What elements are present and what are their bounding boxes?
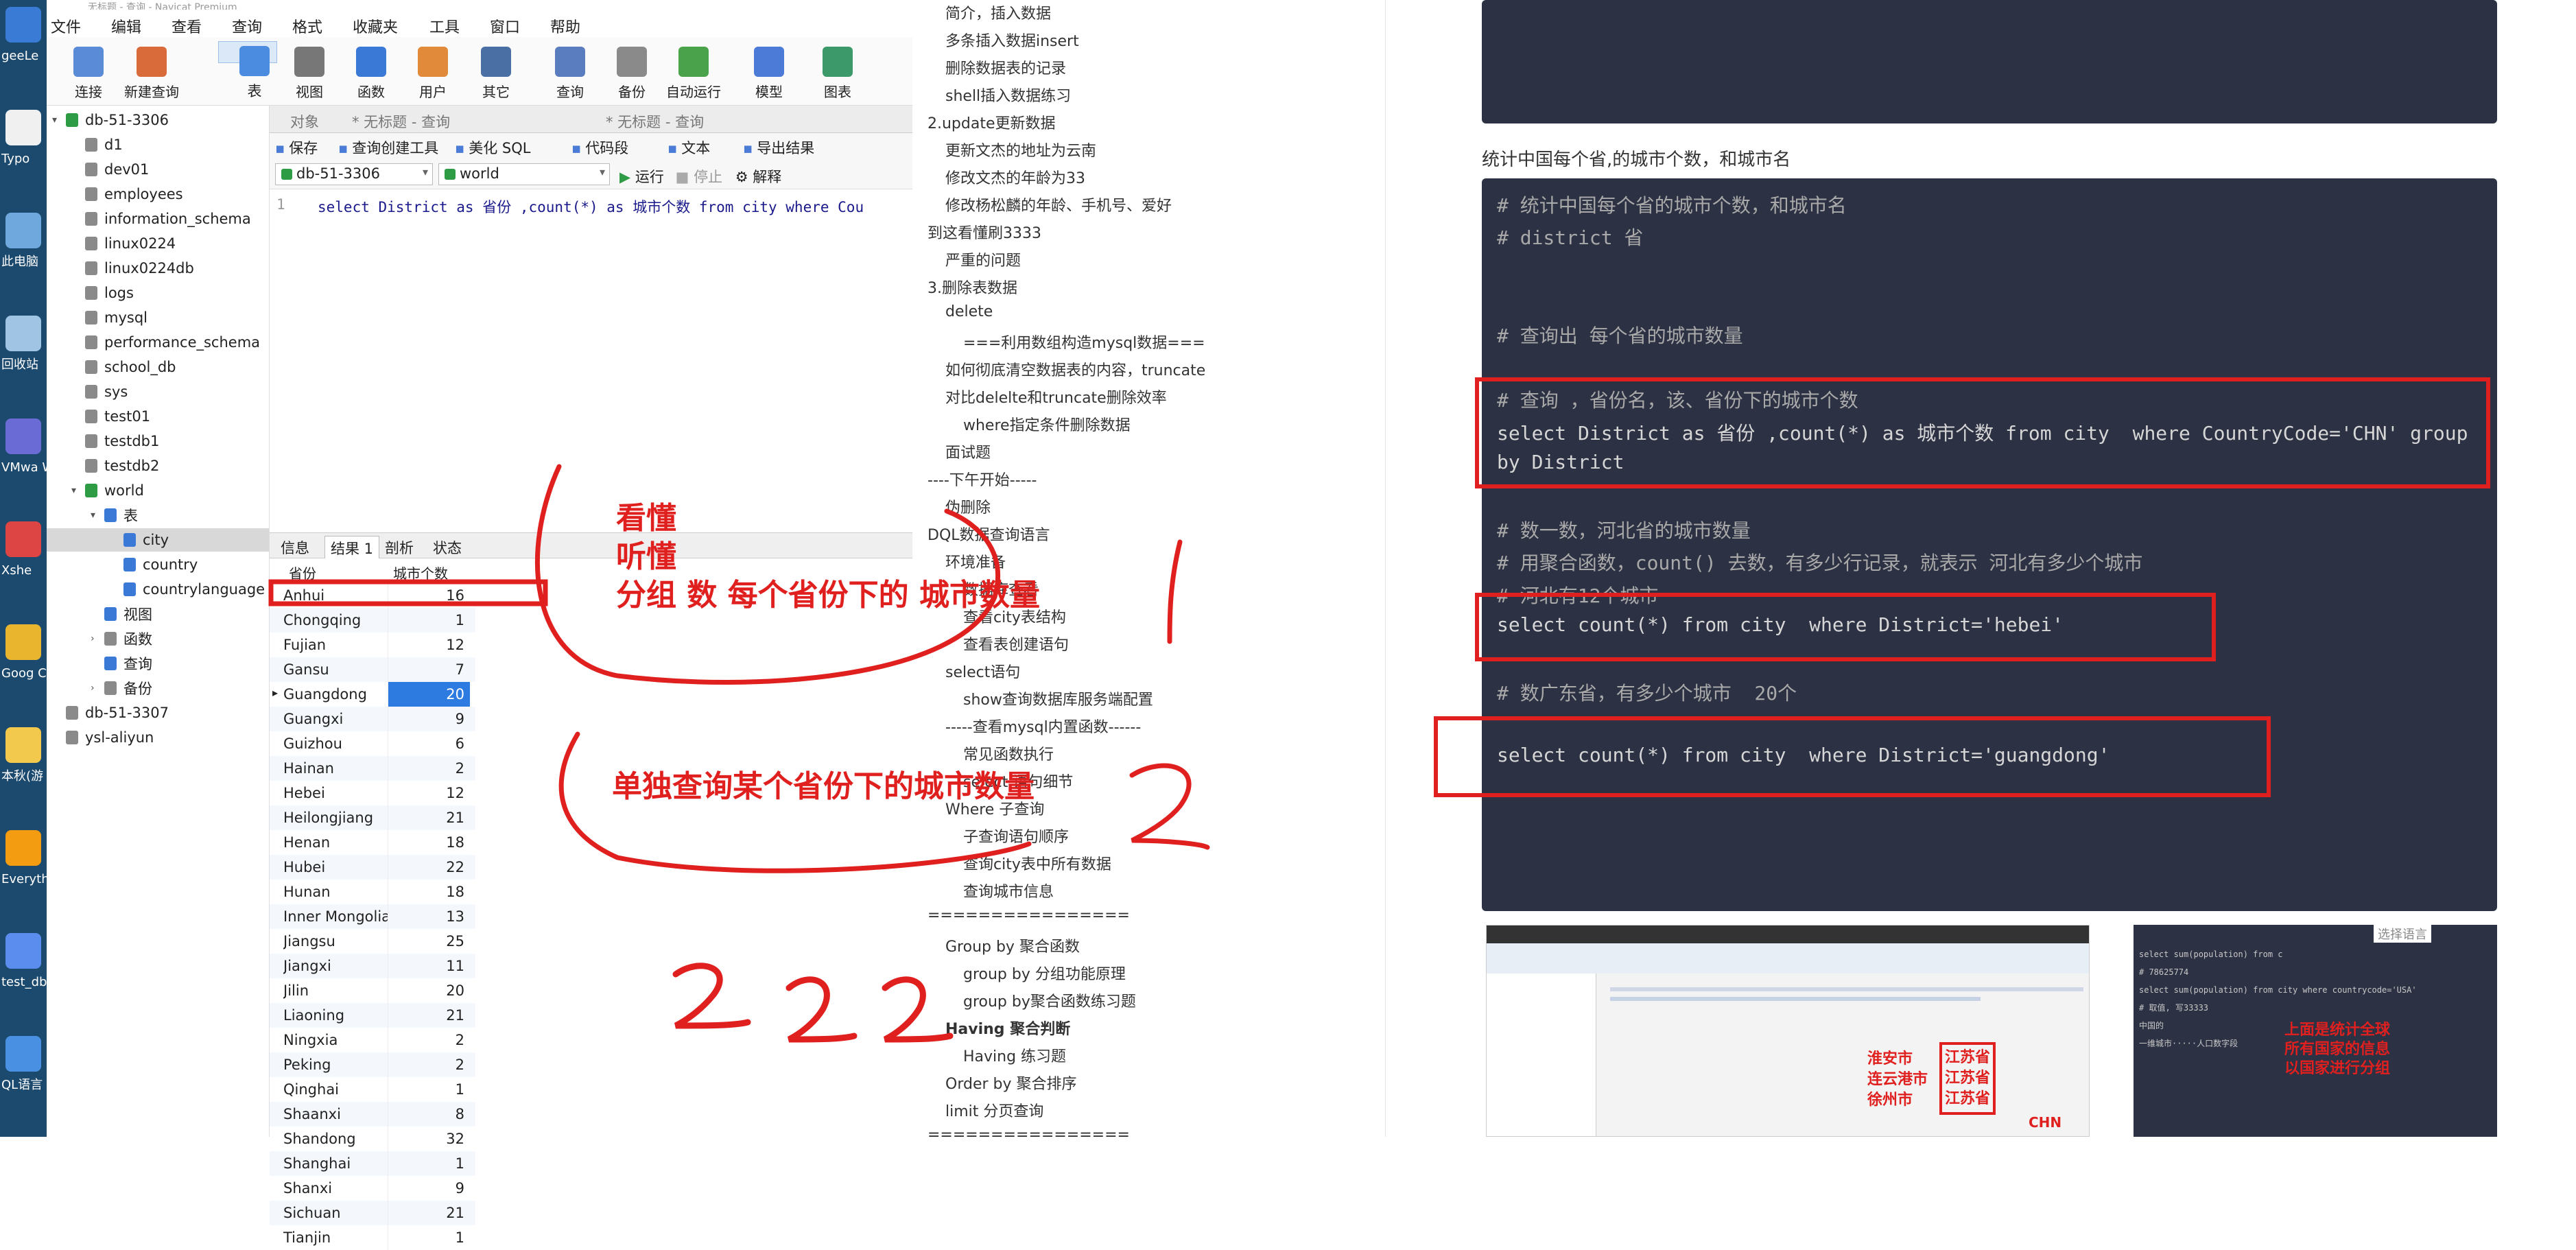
annotation-single-query: 单独查询某个省份下的城市数量 [612,769,1035,804]
province-cell: Tianjin [283,1229,331,1246]
table-row[interactable]: Shanxi 9 [270,1176,475,1201]
annotation-line: 看懂 [616,501,676,536]
table-row[interactable]: Tianjin 1 [270,1225,475,1250]
table-row[interactable]: Sichuan 21 [270,1201,475,1225]
province-cell: Sichuan [283,1205,341,1221]
annotation-line: 听懂 [616,539,676,574]
count-cell: 21 [388,1201,470,1225]
province-cell: Shanghai [283,1155,351,1172]
count-cell: 1 [388,1225,470,1250]
count-cell: 1 [388,1151,470,1176]
count-cell: 9 [388,1176,470,1201]
province-cell: Shanxi [283,1180,333,1196]
annotation-line: 分组 数 每个省份下的 城市数量 [616,578,1040,613]
annotation-layer [268,464,1210,1043]
table-row[interactable]: Shanghai 1 [270,1151,475,1176]
annotation-understand: 看懂 听懂 分组 数 每个省份下的 城市数量 [616,499,1040,615]
